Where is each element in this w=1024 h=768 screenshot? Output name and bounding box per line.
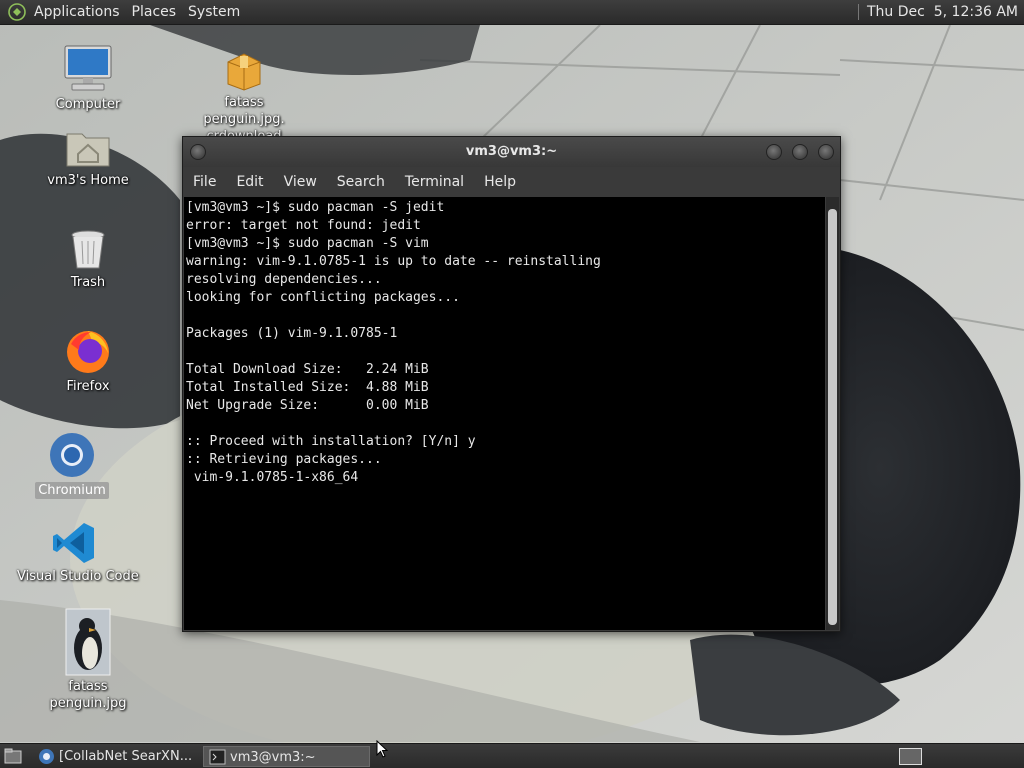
terminal-icon <box>209 749 226 765</box>
taskbar-item-label: [CollabNet SearXN... <box>59 749 193 764</box>
scrollbar-thumb[interactable] <box>828 209 837 625</box>
desktop-icon-label: Computer <box>55 97 121 112</box>
terminal-line: error: target not found: jedit <box>186 218 421 233</box>
desktop-icon-firefox[interactable]: Firefox <box>28 326 148 395</box>
menu-help[interactable]: Help <box>474 174 526 190</box>
desktop-icon-label: fatass penguin.jpg <box>49 679 127 711</box>
penguin-image-icon <box>65 608 111 676</box>
window-titlebar[interactable]: vm3@vm3:~ <box>183 137 840 167</box>
desktop-icon-home[interactable]: vm3's Home <box>28 128 148 189</box>
firefox-icon <box>67 331 109 373</box>
terminal-menubar: File Edit View Search Terminal Help <box>183 167 840 197</box>
desktop-icon-penguin-jpg[interactable]: fatass penguin.jpg <box>28 608 148 712</box>
terminal-line: looking for conflicting packages... <box>186 290 460 305</box>
terminal-line: warning: vim-9.1.0785-1 is up to date --… <box>186 254 601 269</box>
desktop-icon-label: Firefox <box>66 379 110 394</box>
taskbar-item-browser[interactable]: [CollabNet SearXN... <box>33 746 198 767</box>
maximize-button[interactable] <box>792 144 808 160</box>
terminal-scrollbar[interactable] <box>826 197 839 630</box>
applications-menu[interactable]: Applications <box>28 0 126 25</box>
terminal-line: Total Download Size: 2.24 MiB <box>186 362 429 377</box>
terminal-line: vim-9.1.0785-1-x86_64 <box>186 470 359 485</box>
browser-icon <box>39 749 54 764</box>
desktop-icon-trash[interactable]: Trash <box>28 228 148 291</box>
terminal-line: :: Retrieving packages... <box>186 452 382 467</box>
vscode-icon <box>53 523 94 563</box>
trash-icon <box>71 230 105 269</box>
top-panel: Applications Places System Thu Dec 5, 12… <box>0 0 1024 25</box>
window-title: vm3@vm3:~ <box>465 144 558 159</box>
terminal-text: [vm3@vm3 ~]$ sudo pacman -S jedit error: … <box>184 197 825 487</box>
panel-separator <box>858 4 859 20</box>
bottom-panel: [CollabNet SearXN... vm3@vm3:~ <box>0 743 1024 768</box>
distro-logo-icon[interactable] <box>8 3 26 21</box>
desktop-icon-vscode[interactable]: Visual Studio Code <box>14 520 139 585</box>
menu-search[interactable]: Search <box>327 174 395 190</box>
desktop-icon-label: Visual Studio Code <box>17 569 139 584</box>
mouse-cursor-icon <box>376 740 388 758</box>
workspace-switcher[interactable] <box>899 748 922 765</box>
taskbar-item-terminal[interactable]: vm3@vm3:~ <box>203 746 370 767</box>
places-menu[interactable]: Places <box>126 0 183 25</box>
terminal-line: :: Proceed with installation? [Y/n] y <box>186 434 476 449</box>
close-button[interactable] <box>818 144 834 160</box>
terminal-line: Packages (1) vim-9.1.0785-1 <box>186 326 398 341</box>
minimize-button[interactable] <box>766 144 782 160</box>
terminal-line: resolving dependencies... <box>186 272 382 287</box>
home-folder-icon <box>66 133 110 167</box>
terminal-output[interactable]: [vm3@vm3 ~]$ sudo pacman -S jedit error: … <box>184 197 825 630</box>
desktop-icon-label: Trash <box>70 275 106 290</box>
computer-icon <box>64 45 112 91</box>
desktop-icon-computer[interactable]: Computer <box>28 44 148 113</box>
clock[interactable]: Thu Dec 5, 12:36 AM <box>867 4 1024 20</box>
show-desktop-icon[interactable] <box>4 748 22 764</box>
taskbar-item-label: vm3@vm3:~ <box>230 750 316 765</box>
terminal-line: Total Installed Size: 4.88 MiB <box>186 380 429 395</box>
menu-terminal[interactable]: Terminal <box>395 174 474 190</box>
desktop-icon-chromium[interactable]: Chromium <box>12 430 132 499</box>
package-icon <box>227 53 261 91</box>
terminal-window[interactable]: vm3@vm3:~ File Edit View Search Terminal… <box>182 136 841 632</box>
system-menu[interactable]: System <box>182 0 246 25</box>
desktop-icon-label: vm3's Home <box>47 173 129 188</box>
terminal-line: Net Upgrade Size: 0.00 MiB <box>186 398 429 413</box>
menu-edit[interactable]: Edit <box>226 174 273 190</box>
desktop-icon-label: Chromium <box>35 482 109 499</box>
terminal-line: [vm3@vm3 ~]$ sudo pacman -S vim <box>186 236 429 251</box>
terminal-line: [vm3@vm3 ~]$ sudo pacman -S jedit <box>186 200 445 215</box>
chromium-icon <box>50 433 94 477</box>
menu-view[interactable]: View <box>274 174 327 190</box>
desktop-icon-crdownload[interactable]: fatass penguin.jpg. crdownload <box>184 50 304 145</box>
menu-file[interactable]: File <box>183 174 226 190</box>
